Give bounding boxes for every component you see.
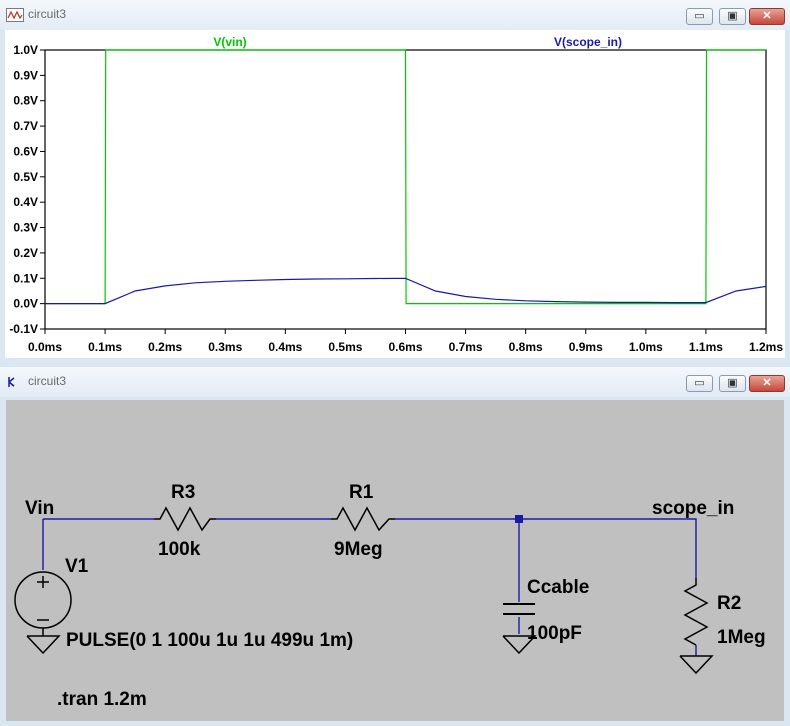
y-tick-label: 0.4V	[13, 195, 38, 209]
trace-label-scope-in[interactable]: V(scope_in)	[554, 35, 622, 49]
trace-label-vin[interactable]: V(vin)	[213, 35, 246, 49]
y-tick-label: 0.5V	[13, 170, 38, 184]
resistor-r2[interactable]	[683, 578, 709, 646]
net-label-vin[interactable]: Vin	[25, 498, 54, 519]
y-tick-label: 0.7V	[13, 119, 38, 133]
x-tick-label: 1.0ms	[629, 340, 663, 354]
schematic-titlebar[interactable]: circuit3 ▭ ▣ ✕	[0, 367, 790, 397]
y-tick-label: 0.0V	[13, 297, 38, 311]
r1-value-label[interactable]: 9Meg	[334, 539, 383, 560]
capacitor-ccable[interactable]	[503, 603, 535, 615]
x-tick-label: 0.9ms	[569, 340, 603, 354]
close-button[interactable]: ✕	[749, 375, 785, 392]
y-tick-label: 0.3V	[13, 221, 38, 235]
y-tick-label: 0.8V	[13, 94, 38, 108]
x-tick-label: 0.2ms	[148, 340, 182, 354]
net-label-scope-in[interactable]: scope_in	[652, 498, 734, 519]
resistor-r3[interactable]	[154, 506, 216, 532]
wire-scope-in[interactable]	[395, 518, 697, 578]
x-tick-label: 1.1ms	[689, 340, 723, 354]
schematic-canvas[interactable]: Vin scope_in R3 100k R1 9Meg V1 PULSE(0 …	[6, 400, 784, 721]
y-tick-label: 0.6V	[13, 144, 38, 158]
v1-name-label[interactable]: V1	[65, 556, 89, 577]
x-tick-label: 1.2ms	[749, 340, 783, 354]
x-tick-label: 0.8ms	[509, 340, 543, 354]
ground-symbol-r2	[679, 655, 714, 675]
x-tick-label: 0.0ms	[28, 340, 62, 354]
minimize-button[interactable]: ▭	[686, 375, 713, 392]
x-tick-label: 0.4ms	[268, 340, 302, 354]
waveform-plot-pane[interactable]: V(vin) V(scope_in) -0.1V 0.0V 0.1V 0.2V 0.3V…	[5, 30, 785, 358]
waveform-titlebar[interactable]: circuit3 ▭ ▣ ✕	[0, 0, 790, 30]
x-tick-label: 0.6ms	[388, 340, 422, 354]
x-tick-label: 0.7ms	[449, 340, 483, 354]
trace-v-vin[interactable]	[45, 49, 766, 305]
ccable-name-label[interactable]: Ccable	[527, 577, 589, 598]
schematic-app-icon	[8, 377, 15, 387]
voltage-source-v1[interactable]	[14, 571, 72, 636]
maximize-button[interactable]: ▣	[719, 375, 746, 392]
schematic-drawing[interactable]: Vin scope_in R3 100k R1 9Meg V1 PULSE(0 …	[6, 400, 784, 721]
r2-value-label[interactable]: 1Meg	[717, 627, 766, 648]
waveform-chart[interactable]: V(vin) V(scope_in) -0.1V 0.0V 0.1V 0.2V 0.3V…	[5, 30, 785, 358]
v1-value-label[interactable]: PULSE(0 1 100u 1u 1u 499u 1m)	[66, 630, 353, 651]
y-tick-label: 1.0V	[13, 43, 38, 57]
ccable-value-label[interactable]: 100pF	[527, 623, 582, 644]
spice-directive[interactable]: .tran 1.2m	[57, 689, 147, 710]
x-tick-label: 0.1ms	[88, 340, 122, 354]
resistor-r1[interactable]	[331, 506, 395, 532]
waveform-window: circuit3 ▭ ▣ ✕ V(vin) V(scope_in) -0.1V 0…	[0, 0, 790, 360]
waveform-window-title: circuit3	[28, 7, 67, 21]
junction-dot[interactable]	[515, 515, 523, 523]
y-tick-label: 0.2V	[13, 246, 38, 260]
schematic-window-title: circuit3	[28, 374, 67, 388]
y-tick-label: -0.1V	[9, 322, 38, 336]
close-button[interactable]: ✕	[749, 8, 785, 25]
r3-name-label[interactable]: R3	[171, 482, 195, 503]
y-tick-label: 0.9V	[13, 68, 38, 82]
maximize-button[interactable]: ▣	[719, 8, 746, 25]
x-tick-label: 0.3ms	[208, 340, 242, 354]
ground-symbol-v1	[26, 635, 61, 655]
waveform-app-icon	[6, 8, 24, 22]
schematic-window: circuit3 ▭ ▣ ✕ Vin scope_in R3 100k R1 9…	[0, 367, 790, 721]
r1-name-label[interactable]: R1	[349, 482, 374, 503]
r3-value-label[interactable]: 100k	[158, 539, 201, 560]
minimize-button[interactable]: ▭	[686, 8, 713, 25]
y-tick-label: 0.1V	[13, 271, 38, 285]
r2-name-label[interactable]: R2	[717, 593, 741, 614]
x-tick-label: 0.5ms	[328, 340, 362, 354]
